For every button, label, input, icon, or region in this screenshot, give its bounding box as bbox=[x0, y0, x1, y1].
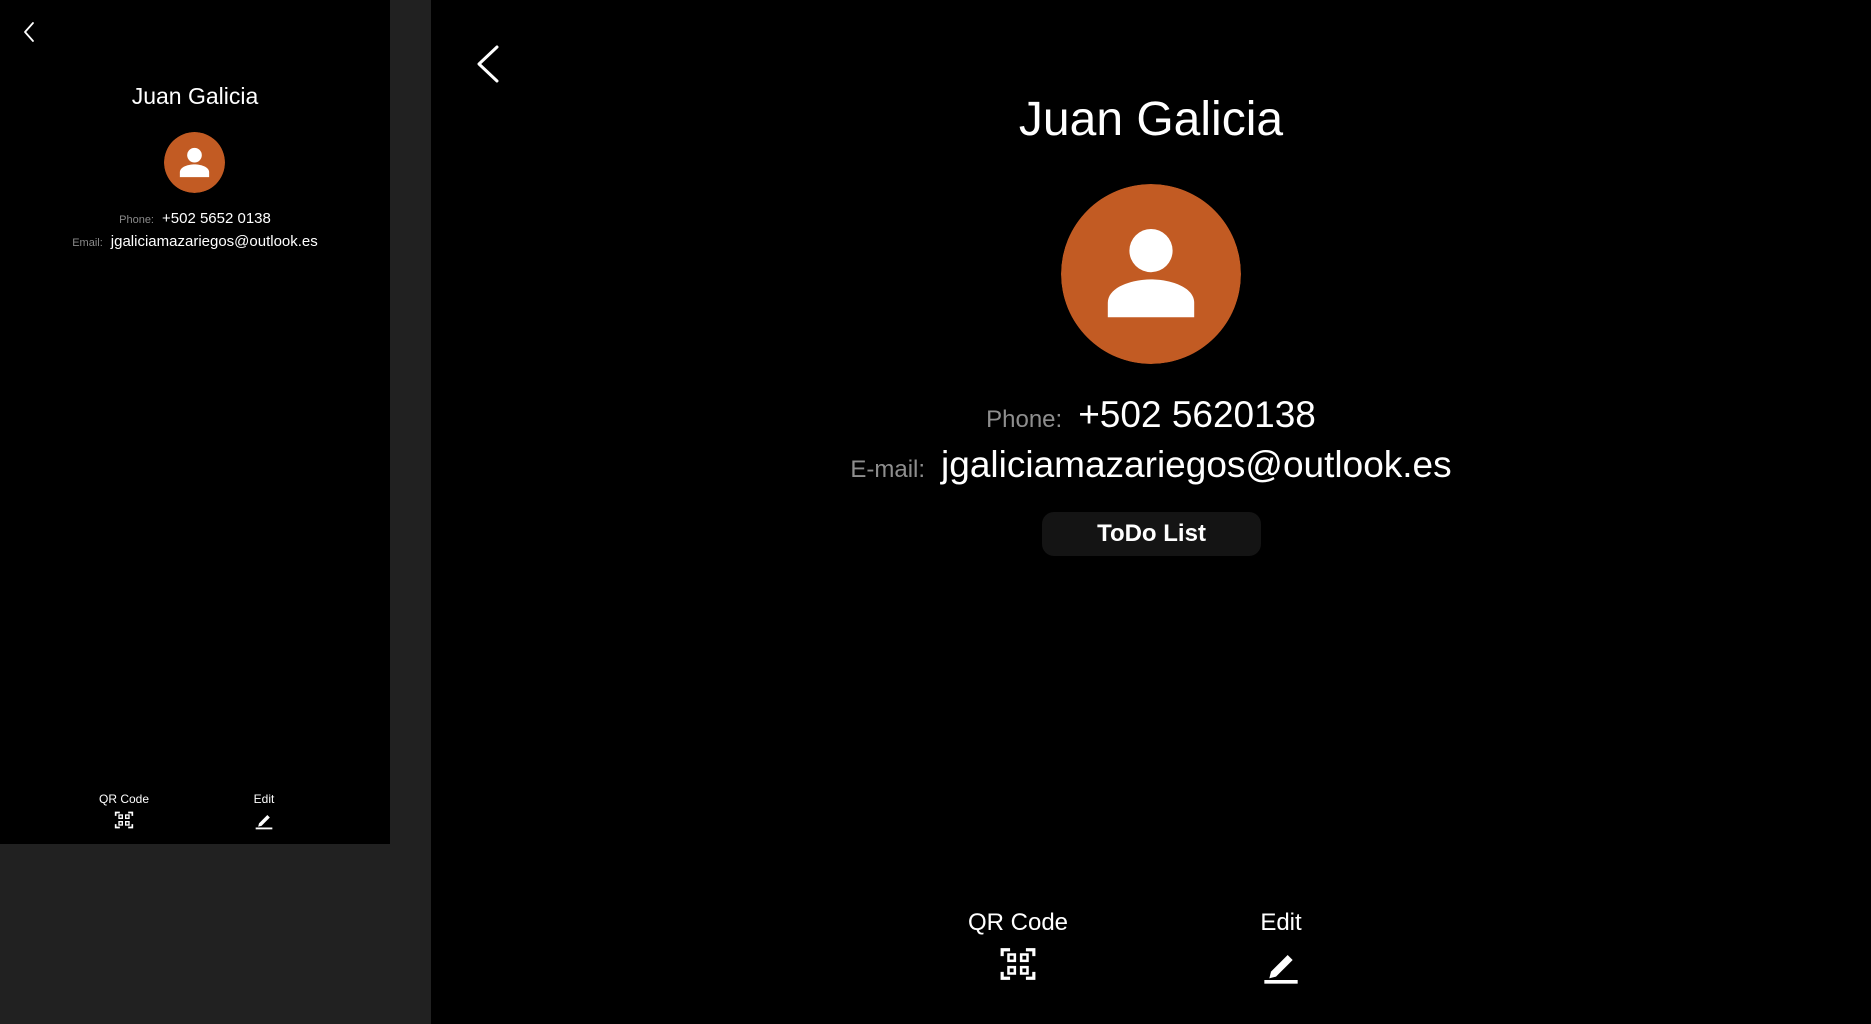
phone-value: +502 5620138 bbox=[1078, 394, 1316, 435]
email-value: jgaliciamazariegos@outlook.es bbox=[110, 233, 318, 250]
qr-code-label: QR Code bbox=[967, 909, 1069, 936]
edit-button[interactable]: Edit bbox=[1251, 909, 1311, 985]
qr-code-label: QR Code bbox=[98, 792, 150, 806]
edit-label: Edit bbox=[253, 792, 275, 806]
todo-list-button[interactable]: ToDo List bbox=[1042, 512, 1261, 556]
edit-label: Edit bbox=[1260, 909, 1302, 936]
qr-scan-icon bbox=[114, 811, 134, 829]
qr-scan-icon bbox=[1000, 948, 1036, 980]
phone-value: +502 5652 0138 bbox=[162, 210, 271, 227]
person-avatar-icon bbox=[164, 132, 225, 193]
back-chevron-icon[interactable] bbox=[20, 20, 40, 44]
contact-detail-panel: Juan Galicia Phone: +502 5620138 E-mail:… bbox=[431, 0, 1871, 1024]
email-label: Email: bbox=[72, 237, 103, 249]
pencil-icon bbox=[1264, 955, 1298, 984]
contact-name: Juan Galicia bbox=[1018, 93, 1284, 146]
phone-label: Phone: bbox=[986, 406, 1063, 433]
qr-code-button[interactable]: QR Code bbox=[94, 792, 154, 830]
app-root: Juan Galicia Phone: +502 5652 0138 Email… bbox=[0, 0, 1871, 1024]
email-label: E-mail: bbox=[850, 456, 926, 483]
qr-code-button[interactable]: QR Code bbox=[963, 909, 1073, 983]
contact-name: Juan Galicia bbox=[131, 83, 259, 109]
phone-row: Phone: +502 5652 0138 bbox=[0, 210, 390, 227]
email-value: jgaliciamazariegos@outlook.es bbox=[941, 444, 1452, 485]
pencil-icon bbox=[255, 815, 273, 830]
phone-preview: Juan Galicia Phone: +502 5652 0138 Email… bbox=[0, 0, 390, 844]
email-row: Email: jgaliciamazariegos@outlook.es bbox=[0, 233, 390, 250]
phone-label: Phone: bbox=[119, 214, 154, 226]
preview-backdrop: Juan Galicia Phone: +502 5652 0138 Email… bbox=[0, 0, 431, 1024]
edit-button[interactable]: Edit bbox=[244, 792, 284, 830]
person-avatar-icon bbox=[1061, 184, 1241, 364]
back-chevron-icon[interactable] bbox=[475, 44, 501, 84]
email-row: E-mail: jgaliciamazariegos@outlook.es bbox=[431, 444, 1871, 486]
phone-row: Phone: +502 5620138 bbox=[431, 394, 1871, 436]
